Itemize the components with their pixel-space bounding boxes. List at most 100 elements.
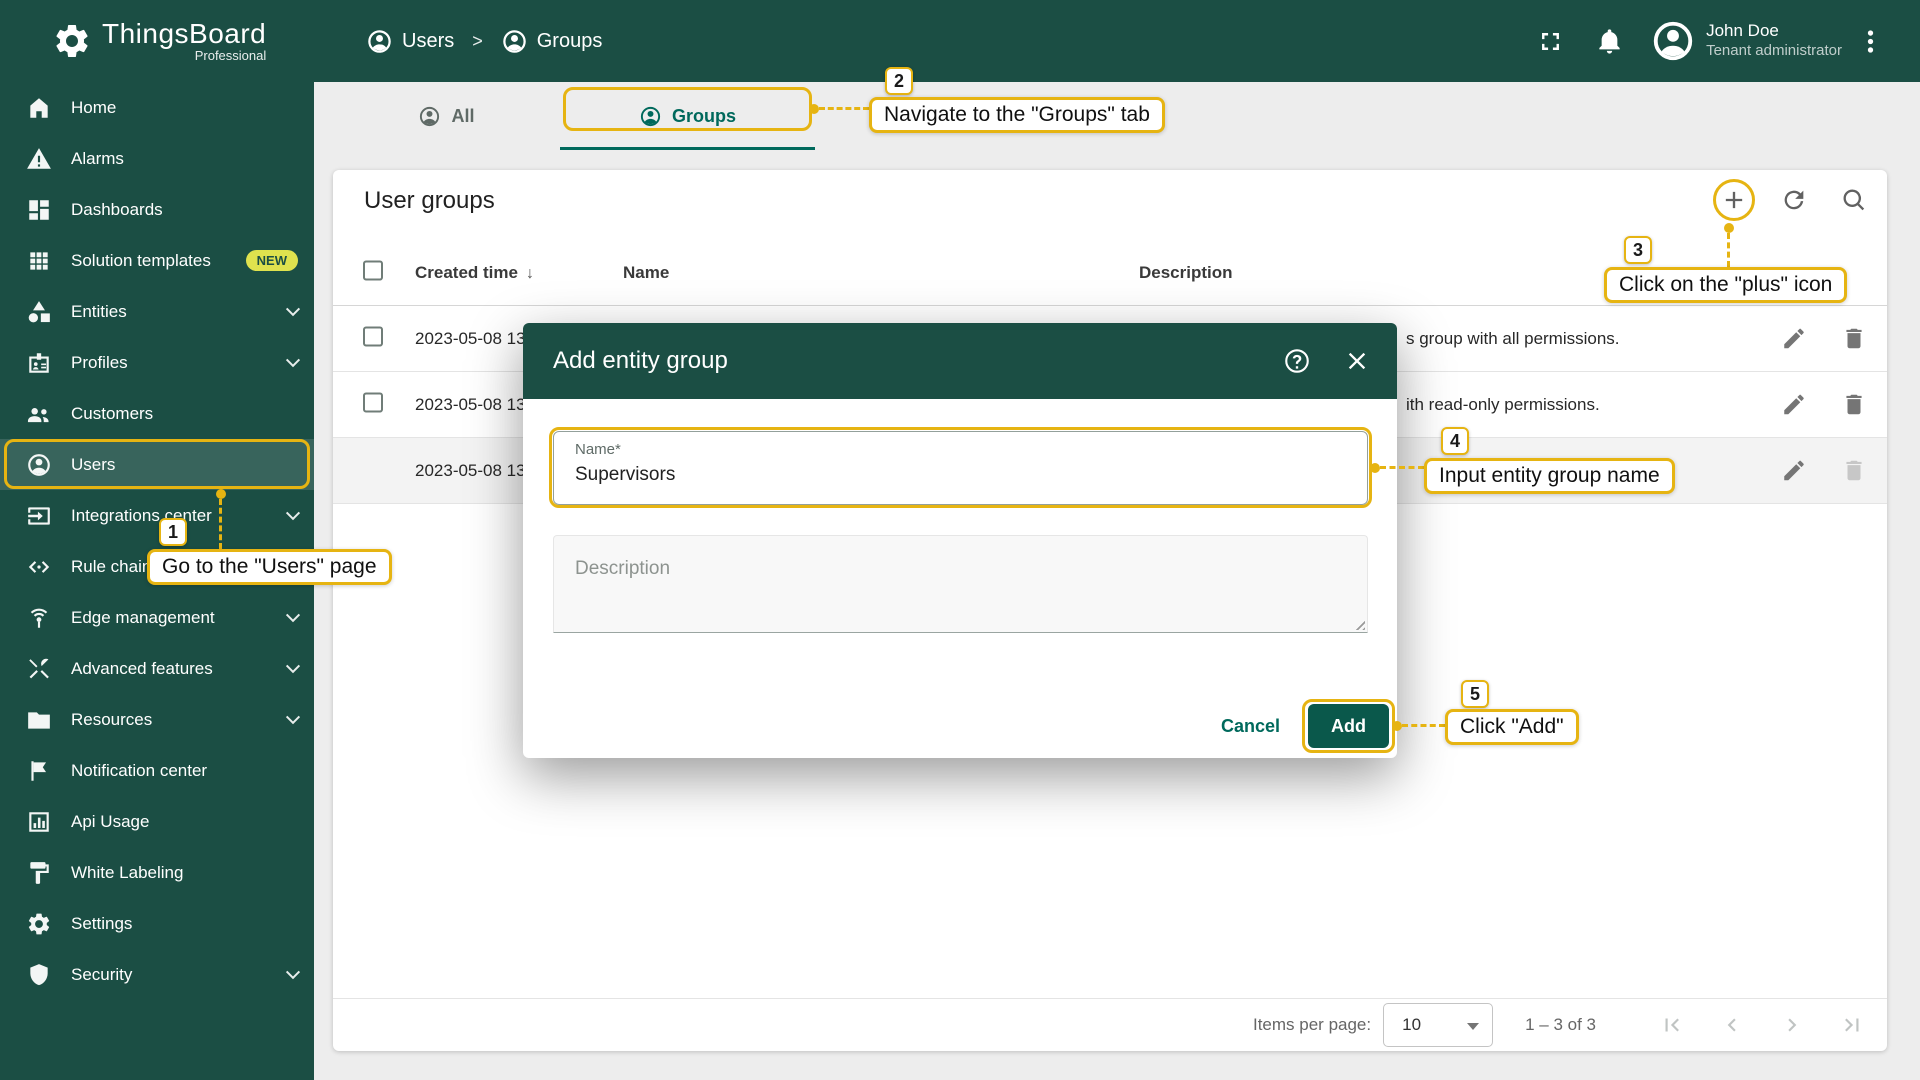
people-icon — [26, 401, 52, 427]
annotation-number: 1 — [159, 518, 187, 546]
select-all-checkbox[interactable] — [363, 260, 383, 280]
dialog-header: Add entity group — [523, 323, 1397, 399]
connector-dot — [1724, 223, 1734, 233]
sort-desc-icon: ↓ — [525, 264, 534, 282]
sidebar-item-resources[interactable]: Resources — [0, 694, 314, 745]
first-page-icon — [1659, 1012, 1685, 1038]
first-page-button — [1650, 1003, 1694, 1047]
created-time-cell: 2023-05-08 13: — [415, 394, 531, 414]
account-circle-icon — [501, 28, 528, 55]
logo-subtitle: Professional — [194, 48, 267, 63]
breadcrumb-users[interactable]: Users — [402, 30, 454, 53]
help-icon — [1283, 347, 1311, 375]
folder-icon — [26, 707, 52, 733]
badge-icon — [26, 350, 52, 376]
format-paint-icon — [26, 860, 52, 886]
annotation-number: 5 — [1461, 680, 1489, 708]
next-page-icon — [1779, 1012, 1805, 1038]
row-checkbox[interactable] — [363, 326, 383, 346]
cancel-button[interactable]: Cancel — [1205, 706, 1296, 747]
annotation-label: Click on the "plus" icon — [1604, 267, 1848, 303]
edit-icon — [1781, 326, 1807, 352]
gear-icon — [26, 911, 52, 937]
last-page-button — [1830, 1003, 1874, 1047]
items-per-page-select[interactable]: 10 — [1383, 1003, 1494, 1047]
chevron-down-icon — [285, 505, 301, 520]
description-cell: s group with all permissions. — [1406, 328, 1620, 348]
thingsboard-logo-icon — [52, 21, 92, 61]
delete-icon — [1841, 458, 1867, 484]
router-icon — [26, 605, 52, 631]
close-button[interactable] — [1343, 347, 1371, 375]
dashboard-icon — [26, 197, 52, 223]
tab-all[interactable]: All — [333, 82, 560, 150]
search-button[interactable] — [1834, 180, 1874, 220]
chevron-down-icon — [285, 964, 301, 979]
row-checkbox[interactable] — [363, 392, 383, 412]
connector-line — [1727, 233, 1730, 267]
sidebar-item-home[interactable]: Home — [0, 82, 314, 133]
items-per-page-label: Items per page: — [1252, 1015, 1372, 1034]
fullscreen-button[interactable] — [1536, 27, 1565, 56]
sidebar-item-white-labeling[interactable]: White Labeling — [0, 847, 314, 898]
delete-icon — [1841, 392, 1867, 418]
annotation-number: 2 — [885, 67, 913, 95]
connector-line — [1380, 466, 1424, 469]
description-input[interactable] — [553, 535, 1368, 633]
chevron-down-icon — [285, 352, 301, 367]
page-title: User groups — [364, 187, 495, 214]
sidebar-item-settings[interactable]: Settings — [0, 898, 314, 949]
chevron-down-icon — [285, 658, 301, 673]
bell-icon — [1595, 27, 1624, 56]
refresh-icon — [1780, 186, 1808, 214]
connector-line — [1402, 724, 1445, 727]
sidebar-item-security[interactable]: Security — [0, 949, 314, 1000]
construction-icon — [26, 656, 52, 682]
sidebar-item-advanced-features[interactable]: Advanced features — [0, 643, 314, 694]
more-menu-button[interactable] — [1856, 27, 1885, 56]
annotation-label: Click "Add" — [1445, 709, 1579, 745]
edit-button[interactable] — [1774, 319, 1814, 359]
connector-line — [219, 499, 222, 549]
edit-button[interactable] — [1774, 385, 1814, 425]
sidebar-item-customers[interactable]: Customers — [0, 388, 314, 439]
input-icon — [26, 503, 52, 529]
delete-button[interactable] — [1834, 319, 1874, 359]
column-created-time[interactable]: Created time ↓ — [415, 263, 534, 283]
delete-icon — [1841, 326, 1867, 352]
sidebar-item-entities[interactable]: Entities — [0, 286, 314, 337]
flag-icon — [26, 758, 52, 784]
sidebar-item-solution-templates[interactable]: Solution templates NEW — [0, 235, 314, 286]
highlight-ring-groups-tab — [563, 87, 812, 131]
help-button[interactable] — [1283, 347, 1311, 375]
sidebar-item-api-usage[interactable]: Api Usage — [0, 796, 314, 847]
previous-page-icon — [1719, 1012, 1745, 1038]
thingsboard-logo[interactable]: ThingsBoard Professional — [0, 0, 314, 82]
refresh-button[interactable] — [1774, 180, 1814, 220]
avatar[interactable] — [1650, 18, 1696, 64]
fullscreen-icon — [1536, 27, 1565, 56]
sidebar-item-edge-management[interactable]: Edge management — [0, 592, 314, 643]
paginator: Items per page: 10 1 – 3 of 3 — [333, 998, 1887, 1051]
notifications-button[interactable] — [1595, 27, 1624, 56]
logo-title: ThingsBoard — [102, 18, 267, 49]
sidebar-item-integrations-center[interactable]: Integrations center — [0, 490, 314, 541]
sidebar-item-profiles[interactable]: Profiles — [0, 337, 314, 388]
annotation-number: 3 — [1624, 236, 1652, 264]
column-description[interactable]: Description — [1139, 263, 1233, 283]
sidebar-item-alarms[interactable]: Alarms — [0, 133, 314, 184]
column-name[interactable]: Name — [623, 263, 669, 283]
edit-button[interactable] — [1774, 451, 1814, 491]
created-time-cell: 2023-05-08 13: — [415, 460, 531, 480]
search-icon — [1840, 186, 1868, 214]
sidebar-item-notification-center[interactable]: Notification center — [0, 745, 314, 796]
insert-chart-icon — [26, 809, 52, 835]
breadcrumb-groups[interactable]: Groups — [537, 30, 603, 53]
delete-button-disabled — [1834, 451, 1874, 491]
chevron-down-icon — [285, 607, 301, 622]
delete-button[interactable] — [1834, 385, 1874, 425]
close-icon — [1343, 347, 1371, 375]
highlight-ring-plus — [1713, 179, 1755, 221]
shield-icon — [26, 962, 52, 988]
sidebar-item-dashboards[interactable]: Dashboards — [0, 184, 314, 235]
